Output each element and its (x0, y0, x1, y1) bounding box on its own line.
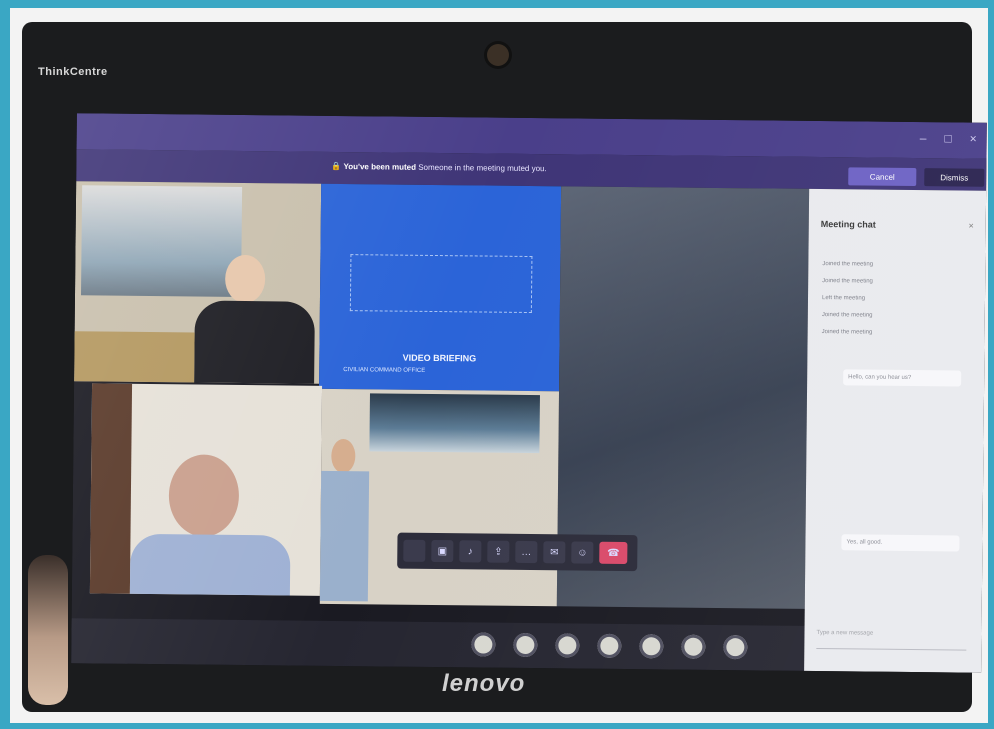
chat-input[interactable]: Type a new message (816, 630, 967, 651)
share-icon[interactable]: ⇪ (487, 540, 510, 563)
call-controls: ▣ ♪ ⇪ … ✉ ☺ ☎ (397, 532, 638, 572)
taskbar (71, 618, 805, 671)
chat-event: Joined the meeting (821, 329, 873, 336)
chat-icon[interactable]: ✉ (543, 541, 566, 564)
camera-icon[interactable]: ▣ (431, 539, 454, 563)
webcam-icon (487, 44, 509, 66)
taskbar-icons (471, 632, 748, 660)
participant-video-1 (74, 181, 322, 384)
mic-icon[interactable]: ♪ (459, 540, 482, 563)
taskbar-app-icon[interactable] (597, 633, 622, 658)
maximize-button[interactable]: □ (944, 131, 951, 145)
meeting-screen: – □ × 🔒 You've been muted Someone in the… (71, 113, 987, 673)
lock-icon: 🔒 (331, 161, 342, 172)
chat-message: Yes, all good. (841, 534, 960, 552)
taskbar-app-icon[interactable] (681, 634, 706, 659)
taskbar-app-icon[interactable] (555, 633, 580, 658)
slide-title: VIDEO BRIEFING (402, 352, 477, 364)
window-controls: – □ × (920, 131, 977, 146)
chat-message: Hello, can you hear us? (843, 369, 962, 387)
chat-event: Left the meeting (821, 295, 866, 302)
participant-face (168, 454, 240, 537)
participant-face (224, 254, 266, 304)
participant-body (319, 470, 370, 602)
call-timer (403, 539, 426, 562)
chat-event: Joined the meeting (822, 261, 874, 268)
chat-event: Joined the meeting (822, 278, 873, 285)
people-icon[interactable]: ☺ (571, 541, 594, 564)
dismiss-button[interactable]: Dismiss (924, 168, 985, 187)
slide-diagram (349, 254, 533, 314)
cancel-button[interactable]: Cancel (848, 167, 917, 187)
minimize-button[interactable]: – (920, 131, 927, 145)
laptop-bezel: ThinkCentre lenovo – □ × 🔒 You've been m… (22, 22, 987, 712)
participant-face (331, 438, 356, 474)
photographer-thumb (28, 555, 68, 705)
taskbar-app-icon[interactable] (513, 632, 538, 658)
taskbar-app-icon[interactable] (723, 635, 748, 660)
participant-body (129, 533, 291, 596)
desk (74, 331, 195, 383)
mute-notice: 🔒 You've been muted Someone in the meeti… (331, 162, 546, 173)
taskbar-app-icon[interactable] (639, 634, 664, 659)
close-button[interactable]: × (970, 132, 977, 146)
shared-slide: VIDEO BRIEFING CIVILIAN COMMAND OFFICE (319, 183, 562, 392)
mute-notice-text: Someone in the meeting muted you. (418, 162, 547, 174)
brand-label-bottom: lenovo (442, 670, 526, 697)
chat-event: Joined the meeting (821, 312, 873, 319)
door-frame (89, 383, 133, 594)
mute-notice-title: You've been muted (343, 162, 417, 172)
chat-close-button[interactable]: × (968, 221, 973, 231)
wall-picture (80, 185, 243, 297)
participant-video-3 (319, 388, 560, 607)
chat-events: Joined the meeting Joined the meeting Le… (822, 261, 973, 348)
more-icon[interactable]: … (515, 540, 538, 564)
chat-panel: Meeting chat × Joined the meeting Joined… (804, 188, 987, 673)
participant-body (194, 300, 315, 384)
wall-painting (369, 393, 540, 454)
chat-title: Meeting chat (820, 219, 876, 230)
participant-video-2 (89, 383, 323, 596)
taskbar-app-icon[interactable] (471, 632, 496, 657)
hangup-icon[interactable]: ☎ (599, 541, 628, 565)
slide-subtitle: CIVILIAN COMMAND OFFICE (343, 367, 426, 374)
brand-label-top: ThinkCentre (38, 66, 108, 78)
